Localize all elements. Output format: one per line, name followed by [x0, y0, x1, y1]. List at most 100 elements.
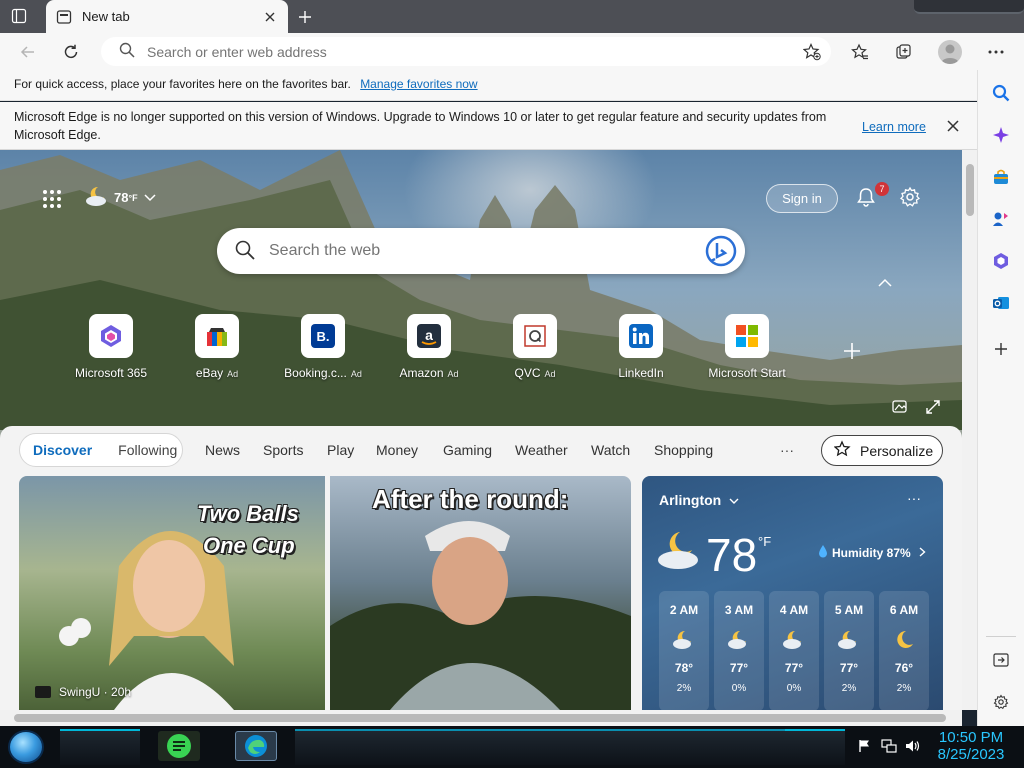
sidebar-shopping-bag-icon[interactable]: [989, 165, 1013, 189]
feed-nav-play[interactable]: Play: [327, 442, 354, 458]
quick-link-qvc[interactable]: QVC Ad: [485, 314, 585, 380]
hourly-forecast-item[interactable]: 3 AM 77° 0%: [714, 591, 764, 710]
quick-link-amazon[interactable]: a Amazon Ad: [379, 314, 479, 380]
hourly-forecast-item[interactable]: 5 AM 77° 2%: [824, 591, 874, 710]
address-bar[interactable]: [101, 37, 831, 66]
search-icon: [235, 240, 255, 263]
ebay-logo-icon: [195, 314, 239, 358]
learn-more-link[interactable]: Learn more: [862, 118, 926, 136]
tab-actions-icon[interactable]: [8, 6, 30, 26]
weather-card[interactable]: Arlington ··· 78 °F Humidity 87% 2 AM 78…: [642, 476, 943, 710]
volume-speaker-icon[interactable]: [905, 739, 921, 753]
forecast-precip: 2%: [841, 683, 857, 694]
taskbar-edge-app-icon[interactable]: [235, 731, 277, 761]
sidebar-add-plus-icon[interactable]: [989, 337, 1013, 361]
sign-in-button[interactable]: Sign in: [766, 184, 838, 213]
add-favorite-star-icon[interactable]: [802, 43, 821, 64]
news-card-swingu[interactable]: Two Balls One Cup SwingU · 20h: [19, 476, 325, 710]
new-tab-button[interactable]: [294, 6, 316, 28]
feed-nav-gaming[interactable]: Gaming: [443, 442, 492, 458]
vertical-scrollbar-thumb[interactable]: [966, 164, 974, 216]
web-search-input[interactable]: [269, 242, 689, 260]
add-quick-link-plus-icon[interactable]: [842, 341, 862, 361]
feed-nav-money[interactable]: Money: [376, 442, 418, 458]
refresh-button[interactable]: [57, 38, 85, 66]
close-infobar-icon[interactable]: [943, 116, 963, 136]
bing-chat-icon[interactable]: [705, 235, 737, 267]
humidity-text: Humidity 87%: [832, 545, 911, 560]
vertical-scrollbar[interactable]: [962, 150, 977, 710]
card2-headline: After the round:: [372, 484, 569, 514]
hourly-forecast-item[interactable]: 6 AM 76° 2%: [879, 591, 929, 710]
profile-avatar[interactable]: [938, 40, 962, 64]
infobar-message: Microsoft Edge is no longer supported on…: [14, 110, 827, 142]
sidebar-games-people-icon[interactable]: [989, 207, 1013, 231]
taskbar-decoration-left: [60, 729, 140, 765]
weather-more-button[interactable]: ···: [907, 490, 921, 506]
feed-nav-sports[interactable]: Sports: [263, 442, 303, 458]
system-clock[interactable]: 10:50 PM 8/25/2023: [930, 729, 1012, 763]
chevron-up-icon[interactable]: [877, 276, 893, 290]
settings-more-button[interactable]: [982, 38, 1010, 66]
quick-link-booking[interactable]: B. Booking.c... Ad: [273, 314, 373, 380]
crescent-moon-icon: [891, 629, 917, 651]
feed-nav-shopping[interactable]: Shopping: [654, 442, 713, 458]
news-card-after-the-round[interactable]: After the round:: [330, 476, 631, 710]
ad-label: Ad: [350, 369, 362, 379]
feed-nav-weather[interactable]: Weather: [515, 442, 568, 458]
quick-link-label: Booking.c...: [284, 366, 347, 380]
quick-link-ebay[interactable]: eBay Ad: [167, 314, 267, 380]
tab-discover[interactable]: Discover: [20, 442, 105, 458]
taskbar-notes-app-icon[interactable]: [158, 731, 200, 761]
close-tab-icon[interactable]: [262, 9, 278, 25]
partly-cloudy-night-icon: [726, 629, 752, 651]
sidebar-outlook-icon[interactable]: [989, 291, 1013, 315]
quick-link-microsoft-start[interactable]: Microsoft Start: [697, 314, 797, 380]
hourly-forecast-item[interactable]: 2 AM 78° 2%: [659, 591, 709, 710]
page-settings-gear-icon[interactable]: [899, 186, 921, 208]
network-icon[interactable]: [881, 739, 897, 753]
app-launcher-icon[interactable]: [42, 189, 62, 209]
microsoft-365-logo-icon: [89, 314, 133, 358]
back-button[interactable]: [14, 38, 42, 66]
expand-icon[interactable]: [925, 399, 941, 415]
sidebar-hide-icon[interactable]: [989, 648, 1013, 672]
humidity-readout[interactable]: Humidity 87%: [818, 544, 926, 561]
horizontal-scrollbar-thumb[interactable]: [14, 714, 946, 722]
weather-unit: °F: [758, 534, 772, 549]
horizontal-scrollbar[interactable]: [0, 710, 962, 726]
personalize-button[interactable]: Personalize: [821, 435, 943, 466]
collections-button[interactable]: [890, 38, 918, 66]
search-icon: [119, 42, 135, 61]
forecast-time: 2 AM: [669, 603, 699, 617]
feed-nav-watch[interactable]: Watch: [591, 442, 630, 458]
address-input[interactable]: [147, 43, 747, 60]
humidity-drop-icon: [818, 544, 828, 561]
quick-link-linkedin[interactable]: LinkedIn: [591, 314, 691, 380]
quick-link-microsoft-365[interactable]: Microsoft 365: [61, 314, 161, 380]
address-toolbar: [0, 33, 1024, 70]
sparkle-star-icon: [833, 440, 852, 461]
sidebar-microsoft-365-icon[interactable]: [989, 249, 1013, 273]
sidebar-settings-gear-icon[interactable]: [989, 690, 1013, 714]
favorites-button[interactable]: [846, 38, 874, 66]
tab-new-tab[interactable]: New tab: [46, 0, 288, 33]
action-center-flag-icon[interactable]: [858, 739, 874, 753]
chevron-down-icon: [729, 492, 739, 508]
weather-location[interactable]: Arlington: [659, 492, 739, 508]
tab-following[interactable]: Following: [105, 442, 190, 458]
quick-link-label: LinkedIn: [618, 366, 664, 380]
manage-favorites-link[interactable]: Manage favorites now: [360, 77, 477, 91]
feed-more-button[interactable]: ···: [780, 442, 798, 458]
start-button[interactable]: [8, 730, 44, 764]
ad-label: Ad: [447, 369, 459, 379]
web-search-box[interactable]: [217, 228, 745, 274]
sidebar-search-icon[interactable]: [989, 81, 1013, 105]
sidebar-copilot-sparkle-icon[interactable]: [989, 123, 1013, 147]
feed-nav-news[interactable]: News: [205, 442, 240, 458]
svg-text:a: a: [425, 327, 433, 343]
notifications-bell-icon[interactable]: [855, 186, 877, 208]
image-info-icon[interactable]: [892, 399, 908, 415]
weather-widget-mini[interactable]: 78 °F: [84, 185, 156, 210]
hourly-forecast-item[interactable]: 4 AM 77° 0%: [769, 591, 819, 710]
